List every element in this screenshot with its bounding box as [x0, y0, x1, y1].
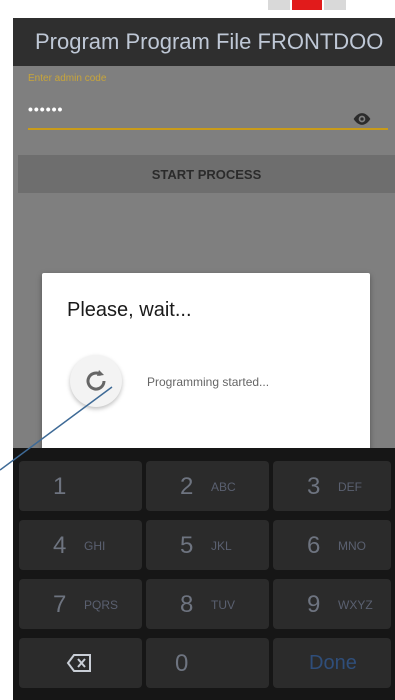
annotation-line — [0, 386, 113, 471]
